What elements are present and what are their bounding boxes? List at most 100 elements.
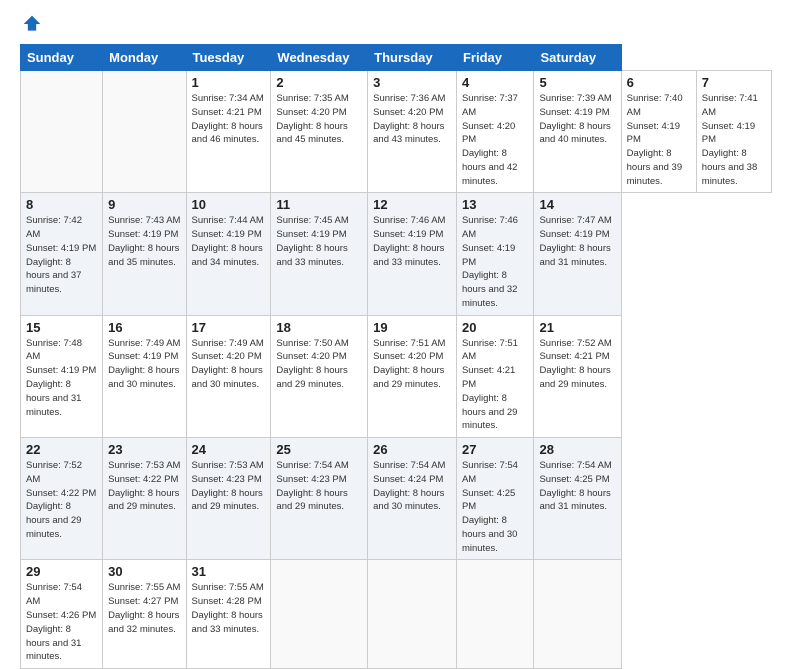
day-info: Sunrise: 7:51 AMSunset: 4:21 PMDaylight:… bbox=[462, 337, 529, 433]
day-number: 27 bbox=[462, 442, 529, 457]
calendar-cell: 9 Sunrise: 7:43 AMSunset: 4:19 PMDaylight… bbox=[103, 193, 186, 315]
day-info: Sunrise: 7:34 AMSunset: 4:21 PMDaylight:… bbox=[192, 92, 266, 147]
day-info: Sunrise: 7:50 AMSunset: 4:20 PMDaylight:… bbox=[276, 337, 362, 392]
week-row-4: 22 Sunrise: 7:52 AMSunset: 4:22 PMDayligh… bbox=[21, 438, 772, 560]
calendar-cell bbox=[368, 560, 457, 669]
day-info: Sunrise: 7:54 AMSunset: 4:25 PMDaylight:… bbox=[539, 459, 615, 514]
day-number: 19 bbox=[373, 320, 451, 335]
day-number: 12 bbox=[373, 197, 451, 212]
calendar-cell bbox=[534, 560, 621, 669]
calendar-cell: 7 Sunrise: 7:41 AMSunset: 4:19 PMDaylight… bbox=[696, 71, 771, 193]
day-number: 31 bbox=[192, 564, 266, 579]
day-number: 14 bbox=[539, 197, 615, 212]
calendar-cell: 17Sunrise: 7:49 AMSunset: 4:20 PMDayligh… bbox=[186, 315, 271, 437]
day-number: 20 bbox=[462, 320, 529, 335]
calendar-cell bbox=[456, 560, 534, 669]
day-info: Sunrise: 7:55 AMSunset: 4:27 PMDaylight:… bbox=[108, 581, 180, 636]
day-number: 4 bbox=[462, 75, 529, 90]
day-info: Sunrise: 7:44 AMSunset: 4:19 PMDaylight:… bbox=[192, 214, 266, 269]
day-info: Sunrise: 7:41 AMSunset: 4:19 PMDaylight:… bbox=[702, 92, 766, 188]
day-info: Sunrise: 7:54 AMSunset: 4:26 PMDaylight:… bbox=[26, 581, 97, 664]
day-number: 11 bbox=[276, 197, 362, 212]
calendar-cell bbox=[103, 71, 186, 193]
day-number: 5 bbox=[539, 75, 615, 90]
calendar-cell bbox=[271, 560, 368, 669]
day-info: Sunrise: 7:45 AMSunset: 4:19 PMDaylight:… bbox=[276, 214, 362, 269]
calendar-cell: 23 Sunrise: 7:53 AMSunset: 4:22 PMDayligh… bbox=[103, 438, 186, 560]
calendar-cell: 28 Sunrise: 7:54 AMSunset: 4:25 PMDayligh… bbox=[534, 438, 621, 560]
weekday-header-sunday: Sunday bbox=[21, 45, 103, 71]
calendar-cell: 16 Sunrise: 7:49 AMSunset: 4:19 PMDayligh… bbox=[103, 315, 186, 437]
day-info: Sunrise: 7:51 AMSunset: 4:20 PMDaylight:… bbox=[373, 337, 451, 392]
day-number: 9 bbox=[108, 197, 180, 212]
calendar-cell: 18 Sunrise: 7:50 AMSunset: 4:20 PMDayligh… bbox=[271, 315, 368, 437]
calendar-cell: 25 Sunrise: 7:54 AMSunset: 4:23 PMDayligh… bbox=[271, 438, 368, 560]
calendar-cell: 24Sunrise: 7:53 AMSunset: 4:23 PMDayligh… bbox=[186, 438, 271, 560]
calendar-cell: 4 Sunrise: 7:37 AMSunset: 4:20 PMDaylight… bbox=[456, 71, 534, 193]
day-number: 21 bbox=[539, 320, 615, 335]
day-number: 18 bbox=[276, 320, 362, 335]
day-info: Sunrise: 7:35 AMSunset: 4:20 PMDaylight:… bbox=[276, 92, 362, 147]
day-info: Sunrise: 7:48 AMSunset: 4:19 PMDaylight:… bbox=[26, 337, 97, 420]
logo bbox=[20, 16, 42, 34]
day-number: 23 bbox=[108, 442, 180, 457]
calendar-cell: 13 Sunrise: 7:46 AMSunset: 4:19 PMDayligh… bbox=[456, 193, 534, 315]
calendar-cell: 1 Sunrise: 7:34 AMSunset: 4:21 PMDaylight… bbox=[186, 71, 271, 193]
calendar-cell: 12 Sunrise: 7:46 AMSunset: 4:19 PMDayligh… bbox=[368, 193, 457, 315]
calendar-cell: 8Sunrise: 7:42 AMSunset: 4:19 PMDaylight… bbox=[21, 193, 103, 315]
day-number: 7 bbox=[702, 75, 766, 90]
day-number: 30 bbox=[108, 564, 180, 579]
calendar-cell: 11 Sunrise: 7:45 AMSunset: 4:19 PMDayligh… bbox=[271, 193, 368, 315]
calendar-cell: 5Sunrise: 7:39 AMSunset: 4:19 PMDaylight… bbox=[534, 71, 621, 193]
week-row-2: 8Sunrise: 7:42 AMSunset: 4:19 PMDaylight… bbox=[21, 193, 772, 315]
day-info: Sunrise: 7:40 AMSunset: 4:19 PMDaylight:… bbox=[627, 92, 691, 188]
day-number: 24 bbox=[192, 442, 266, 457]
calendar-cell: 19 Sunrise: 7:51 AMSunset: 4:20 PMDayligh… bbox=[368, 315, 457, 437]
calendar-cell: 20 Sunrise: 7:51 AMSunset: 4:21 PMDayligh… bbox=[456, 315, 534, 437]
day-info: Sunrise: 7:37 AMSunset: 4:20 PMDaylight:… bbox=[462, 92, 529, 188]
day-info: Sunrise: 7:46 AMSunset: 4:19 PMDaylight:… bbox=[373, 214, 451, 269]
calendar-table: SundayMondayTuesdayWednesdayThursdayFrid… bbox=[20, 44, 772, 669]
day-info: Sunrise: 7:43 AMSunset: 4:19 PMDaylight:… bbox=[108, 214, 180, 269]
day-info: Sunrise: 7:53 AMSunset: 4:22 PMDaylight:… bbox=[108, 459, 180, 514]
page: SundayMondayTuesdayWednesdayThursdayFrid… bbox=[0, 0, 792, 612]
day-number: 29 bbox=[26, 564, 97, 579]
calendar-cell: 15 Sunrise: 7:48 AMSunset: 4:19 PMDayligh… bbox=[21, 315, 103, 437]
calendar-cell: 31 Sunrise: 7:55 AMSunset: 4:28 PMDayligh… bbox=[186, 560, 271, 669]
day-number: 3 bbox=[373, 75, 451, 90]
day-number: 26 bbox=[373, 442, 451, 457]
day-info: Sunrise: 7:49 AMSunset: 4:20 PMDaylight:… bbox=[192, 337, 266, 392]
weekday-header-thursday: Thursday bbox=[368, 45, 457, 71]
calendar-cell: 21Sunrise: 7:52 AMSunset: 4:21 PMDayligh… bbox=[534, 315, 621, 437]
day-number: 25 bbox=[276, 442, 362, 457]
week-row-5: 29 Sunrise: 7:54 AMSunset: 4:26 PMDayligh… bbox=[21, 560, 772, 669]
day-info: Sunrise: 7:49 AMSunset: 4:19 PMDaylight:… bbox=[108, 337, 180, 392]
day-number: 15 bbox=[26, 320, 97, 335]
day-info: Sunrise: 7:52 AMSunset: 4:22 PMDaylight:… bbox=[26, 459, 97, 542]
calendar-cell: 30 Sunrise: 7:55 AMSunset: 4:27 PMDayligh… bbox=[103, 560, 186, 669]
calendar-cell: 10Sunrise: 7:44 AMSunset: 4:19 PMDayligh… bbox=[186, 193, 271, 315]
day-number: 28 bbox=[539, 442, 615, 457]
day-number: 2 bbox=[276, 75, 362, 90]
calendar-cell: 29 Sunrise: 7:54 AMSunset: 4:26 PMDayligh… bbox=[21, 560, 103, 669]
calendar-cell bbox=[21, 71, 103, 193]
day-info: Sunrise: 7:54 AMSunset: 4:23 PMDaylight:… bbox=[276, 459, 362, 514]
calendar-cell: 2 Sunrise: 7:35 AMSunset: 4:20 PMDaylight… bbox=[271, 71, 368, 193]
calendar-cell: 14 Sunrise: 7:47 AMSunset: 4:19 PMDayligh… bbox=[534, 193, 621, 315]
weekday-header-wednesday: Wednesday bbox=[271, 45, 368, 71]
weekday-header-monday: Monday bbox=[103, 45, 186, 71]
day-number: 22 bbox=[26, 442, 97, 457]
calendar-cell: 6Sunrise: 7:40 AMSunset: 4:19 PMDaylight… bbox=[621, 71, 696, 193]
weekday-header-friday: Friday bbox=[456, 45, 534, 71]
header bbox=[20, 16, 772, 34]
day-number: 16 bbox=[108, 320, 180, 335]
calendar-cell: 22 Sunrise: 7:52 AMSunset: 4:22 PMDayligh… bbox=[21, 438, 103, 560]
calendar-cell: 3 Sunrise: 7:36 AMSunset: 4:20 PMDaylight… bbox=[368, 71, 457, 193]
day-info: Sunrise: 7:55 AMSunset: 4:28 PMDaylight:… bbox=[192, 581, 266, 636]
day-info: Sunrise: 7:47 AMSunset: 4:19 PMDaylight:… bbox=[539, 214, 615, 269]
day-number: 1 bbox=[192, 75, 266, 90]
day-info: Sunrise: 7:36 AMSunset: 4:20 PMDaylight:… bbox=[373, 92, 451, 147]
day-number: 13 bbox=[462, 197, 529, 212]
calendar-cell: 27Sunrise: 7:54 AMSunset: 4:25 PMDayligh… bbox=[456, 438, 534, 560]
day-info: Sunrise: 7:46 AMSunset: 4:19 PMDaylight:… bbox=[462, 214, 529, 310]
